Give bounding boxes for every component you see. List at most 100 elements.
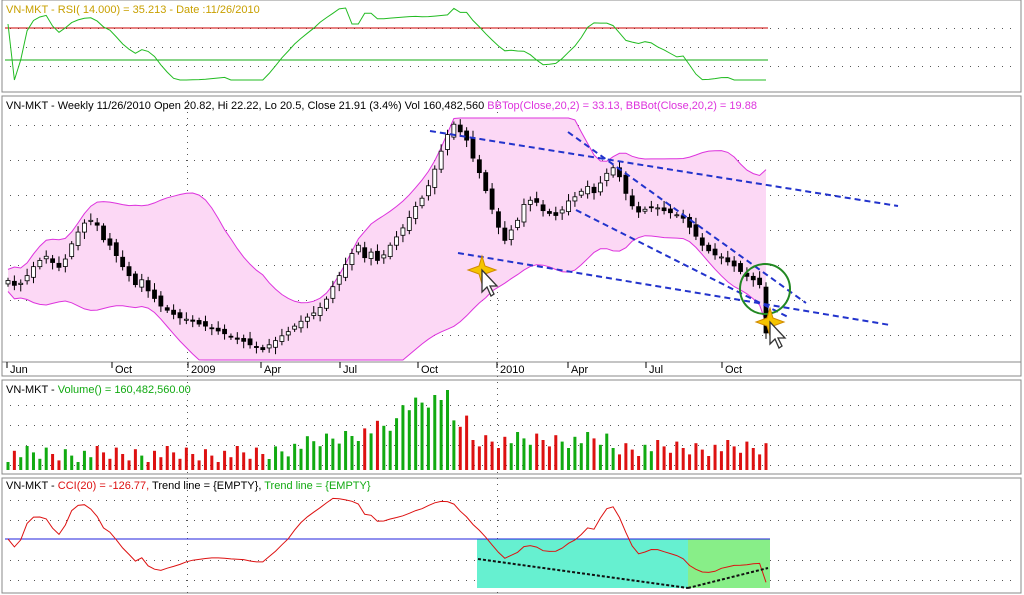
volume-bar — [624, 443, 628, 470]
volume-bar — [675, 441, 679, 470]
volume-bar — [471, 440, 475, 470]
volume-bar — [108, 458, 112, 470]
price-summary: - Weekly 11/26/2010 Open 20.82, Hi 22.22… — [51, 100, 484, 112]
volume-bar — [446, 390, 450, 470]
volume-bar — [280, 451, 284, 470]
x-tick-label: Jul — [343, 364, 357, 376]
volume-bar — [713, 444, 717, 470]
volume-bar — [229, 457, 233, 470]
volume-bar — [375, 420, 379, 470]
volume-bar — [331, 438, 335, 470]
volume-bar — [337, 443, 341, 470]
volume-bar — [477, 446, 481, 470]
volume-bar — [25, 446, 29, 470]
volume-bar — [745, 441, 749, 470]
cci-label: CCI(20) = -126.77, — [58, 480, 149, 492]
volume-bar — [388, 430, 392, 470]
volume-bar — [57, 460, 61, 470]
volume-bar — [95, 446, 99, 470]
volume-bar — [592, 438, 596, 470]
volume-bar — [433, 395, 437, 470]
volume-bar — [426, 407, 430, 470]
volume-bar — [293, 443, 297, 470]
cci-header: VN-MKT - CCI(20) = -126.77, Trend line =… — [6, 480, 371, 492]
x-axis: Jun Oct 2009 Apr Jul Oct 2010 Apr Jul Oct — [2, 361, 1021, 376]
x-tick-label: 2010 — [500, 364, 524, 376]
volume-bar — [516, 432, 520, 470]
volume-bar — [121, 454, 125, 470]
volume-bars — [6, 390, 768, 470]
bollinger-bands — [7, 117, 767, 361]
candle — [387, 242, 393, 260]
volume-bar — [19, 457, 23, 470]
volume-bar — [496, 448, 500, 470]
volume-bar — [133, 449, 137, 470]
volume-bar — [44, 447, 48, 470]
x-tick-label: Oct — [725, 364, 742, 376]
cci-trend-label-2: Trend line = {EMPTY} — [264, 480, 371, 492]
volume-bar — [509, 443, 513, 470]
volume-bar — [286, 456, 290, 470]
volume-header: VN-MKT - Volume() = 160,482,560.00 — [6, 384, 191, 396]
volume-bar — [70, 455, 74, 470]
volume-bar — [102, 452, 106, 470]
volume-bar — [140, 455, 144, 470]
x-tick-label: 2009 — [191, 364, 215, 376]
volume-bar — [700, 449, 704, 470]
volume-bar — [51, 454, 55, 470]
volume-bar — [579, 443, 583, 470]
volume-bar — [369, 433, 373, 470]
volume-bar — [63, 449, 67, 470]
volume-bar — [414, 397, 418, 470]
volume-bar — [324, 433, 328, 470]
x-tick-label: Apr — [571, 364, 588, 376]
volume-bar — [522, 438, 526, 470]
volume-bar — [567, 448, 571, 470]
volume-bar — [216, 462, 220, 470]
volume-bar — [312, 441, 316, 470]
volume-bar — [605, 433, 609, 470]
volume-bar — [643, 444, 647, 470]
rsi-symbol: VN-MKT — [6, 4, 48, 16]
volume-bar — [172, 452, 176, 470]
volume-bar — [662, 446, 666, 470]
volume-bar — [637, 456, 641, 470]
volume-bar — [726, 440, 730, 470]
volume-bar — [12, 450, 16, 470]
cci-symbol: VN-MKT — [6, 480, 48, 492]
volume-bar — [656, 440, 660, 470]
volume-bar — [350, 436, 354, 470]
volume-bar — [159, 457, 163, 470]
volume-bar — [6, 462, 10, 470]
volume-bar — [490, 441, 494, 470]
volume-bar — [649, 451, 653, 470]
volume-bar — [248, 458, 252, 470]
rsi-line — [7, 7, 766, 81]
price-header: VN-MKT - Weekly 11/26/2010 Open 20.82, H… — [6, 100, 757, 112]
volume-bar — [573, 436, 577, 470]
volume-bar — [598, 444, 602, 470]
volume-bar — [484, 435, 488, 470]
volume-bar — [439, 400, 443, 470]
volume-bar — [688, 454, 692, 470]
volume-bar — [694, 443, 698, 470]
volume-bar — [452, 420, 456, 470]
volume-bar — [611, 448, 615, 470]
volume-bar — [630, 449, 634, 470]
volume-bar — [223, 450, 227, 470]
volume-bar — [261, 454, 265, 470]
x-tick-label: Jul — [649, 364, 663, 376]
chart-canvas: Jun Oct 2009 Apr Jul Oct 2010 Apr Jul Oct VN-MKT … — [1, 0, 1022, 594]
bbbot-label: BBBot(Close,20,2) = 19.88 — [626, 100, 757, 112]
volume-bar — [758, 454, 762, 470]
volume-bar — [465, 415, 469, 470]
volume-bar — [407, 410, 411, 470]
volume-bar — [191, 454, 195, 470]
rsi-header: VN-MKT - RSI( 14.000) = 35.213 - Date :1… — [6, 4, 260, 16]
volume-bar — [535, 433, 539, 470]
volume-bar — [668, 452, 672, 470]
candle — [132, 271, 138, 288]
price-symbol: VN-MKT — [6, 100, 48, 112]
volume-bar — [541, 440, 545, 470]
volume-bar — [764, 443, 768, 470]
